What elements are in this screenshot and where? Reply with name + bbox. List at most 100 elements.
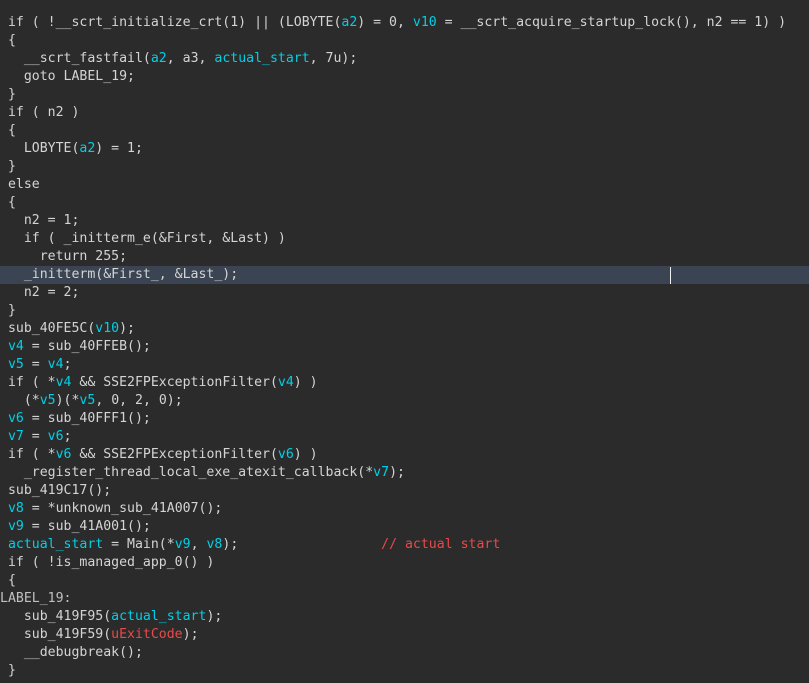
code-line[interactable]: { [0, 32, 809, 50]
code-token: if ( * [0, 447, 56, 462]
code-token: uExitCode [111, 627, 183, 642]
code-token: = sub_41A001(); [23, 519, 151, 534]
code-line[interactable]: { [0, 122, 809, 140]
code-token: v5 [7, 357, 24, 372]
code-line[interactable]: sub_419C17(); [0, 482, 809, 500]
code-line[interactable]: } [0, 86, 809, 104]
code-token: ); [206, 609, 223, 624]
code-line[interactable]: if ( !__scrt_initialize_crt(1) || (LOBYT… [0, 14, 809, 32]
code-token: a2 [150, 51, 167, 66]
text-caret [670, 267, 671, 284]
code-token: v7 [373, 465, 390, 480]
code-token: v9 [7, 519, 24, 534]
code-token: if ( _initterm_e(&First, &Last) ) [0, 231, 286, 246]
code-line[interactable]: __scrt_fastfail(a2, a3, actual_start, 7u… [0, 50, 809, 68]
code-token: ); [119, 321, 135, 336]
code-token: v10 [95, 321, 120, 336]
code-line[interactable]: if ( _initterm_e(&First, &Last) ) [0, 230, 809, 248]
code-token: LOBYTE( [0, 141, 80, 156]
code-token: if ( n2 ) [0, 105, 80, 120]
code-token: = *unknown_sub_41A007(); [23, 501, 223, 516]
code-token: actual_start [111, 609, 207, 624]
code-token: v9 [174, 537, 191, 552]
code-token: sub_419C17(); [0, 483, 112, 498]
code-line[interactable]: } [0, 158, 809, 176]
code-token: // actual start [381, 537, 501, 552]
code-token: a2 [341, 15, 358, 30]
code-token: if ( !__scrt_initialize_crt(1) || (LOBYT… [0, 15, 342, 30]
code-line[interactable]: v7 = v6; [0, 428, 809, 446]
code-line[interactable]: if ( !is_managed_app_0() ) [0, 554, 809, 572]
code-token: && SSE2FPExceptionFilter( [71, 375, 278, 390]
code-token: = __scrt_acquire_startup_lock(), n2 == 1… [436, 15, 787, 30]
code-token: else [0, 177, 40, 192]
code-token: _register_thread_local_exe_atexit_callba… [0, 465, 374, 480]
code-token: } [0, 663, 16, 678]
code-line[interactable]: else [0, 176, 809, 194]
code-token: ) = 0, [357, 15, 413, 30]
code-line[interactable]: n2 = 1; [0, 212, 809, 230]
code-token: n2 = 1; [0, 213, 80, 228]
code-token: , a3, [166, 51, 215, 66]
code-token: = sub_40FFEB(); [23, 339, 151, 354]
code-token: actual_start [7, 537, 104, 552]
code-line[interactable]: sub_419F95(actual_start); [0, 608, 809, 626]
code-line[interactable]: actual_start = Main(*v9, v8); // actual … [0, 536, 809, 554]
code-line[interactable]: _register_thread_local_exe_atexit_callba… [0, 464, 809, 482]
code-line[interactable]: n2 = 2; [0, 284, 809, 302]
code-line[interactable]: { [0, 572, 809, 590]
code-line[interactable]: } [0, 662, 809, 680]
code-line[interactable]: v9 = sub_41A001(); [0, 518, 809, 536]
code-token: ); [182, 627, 199, 642]
code-token: __debugbreak(); [0, 645, 143, 660]
code-line[interactable]: v8 = *unknown_sub_41A007(); [0, 500, 809, 518]
code-token: } [0, 87, 16, 102]
code-token: v6 [55, 447, 72, 462]
code-token: n2 = 2; [0, 285, 80, 300]
code-line[interactable]: if ( *v4 && SSE2FPExceptionFilter(v4) ) [0, 374, 809, 392]
code-token: v8 [206, 537, 223, 552]
code-line[interactable]: _initterm(&First_, &Last_); [0, 266, 809, 284]
code-token: v6 [277, 447, 294, 462]
code-token: , 0, 2, 0); [95, 393, 183, 408]
pseudocode-view[interactable]: if ( !__scrt_initialize_crt(1) || (LOBYT… [0, 0, 809, 683]
code-line[interactable]: return 255; [0, 248, 809, 266]
code-line[interactable]: sub_40FE5C(v10); [0, 320, 809, 338]
code-token: = [23, 429, 48, 444]
code-line[interactable]: v4 = sub_40FFEB(); [0, 338, 809, 356]
code-token: v8 [7, 501, 24, 516]
code-line[interactable]: __debugbreak(); [0, 644, 809, 662]
code-token: LABEL_19: [0, 591, 72, 606]
code-token: , [190, 537, 207, 552]
code-line[interactable]: LOBYTE(a2) = 1; [0, 140, 809, 158]
code-line[interactable]: goto LABEL_19; [0, 68, 809, 86]
code-token: ); [222, 537, 382, 552]
code-token: v5 [39, 393, 56, 408]
code-line[interactable]: if ( *v6 && SSE2FPExceptionFilter(v6) ) [0, 446, 809, 464]
code-token: = sub_40FFF1(); [23, 411, 151, 426]
code-token: return 255; [0, 249, 128, 264]
code-line[interactable]: sub_419F59(uExitCode); [0, 626, 809, 644]
code-token: v4 [277, 375, 294, 390]
code-line[interactable]: v5 = v4; [0, 356, 809, 374]
code-token: } [0, 303, 16, 318]
code-line[interactable]: v6 = sub_40FFF1(); [0, 410, 809, 428]
code-line[interactable]: (*v5)(*v5, 0, 2, 0); [0, 392, 809, 410]
code-token: __scrt_fastfail( [0, 51, 151, 66]
code-line[interactable]: LABEL_19: [0, 590, 809, 608]
code-line[interactable]: if ( n2 ) [0, 104, 809, 122]
code-line[interactable]: } [0, 302, 809, 320]
code-line[interactable]: { [0, 194, 809, 212]
code-token: v5 [79, 393, 96, 408]
code-token: { [0, 195, 16, 210]
code-token: sub_419F59( [0, 627, 112, 642]
code-token: ) ) [293, 375, 318, 390]
code-token: v7 [7, 429, 24, 444]
code-token: v6 [47, 429, 64, 444]
